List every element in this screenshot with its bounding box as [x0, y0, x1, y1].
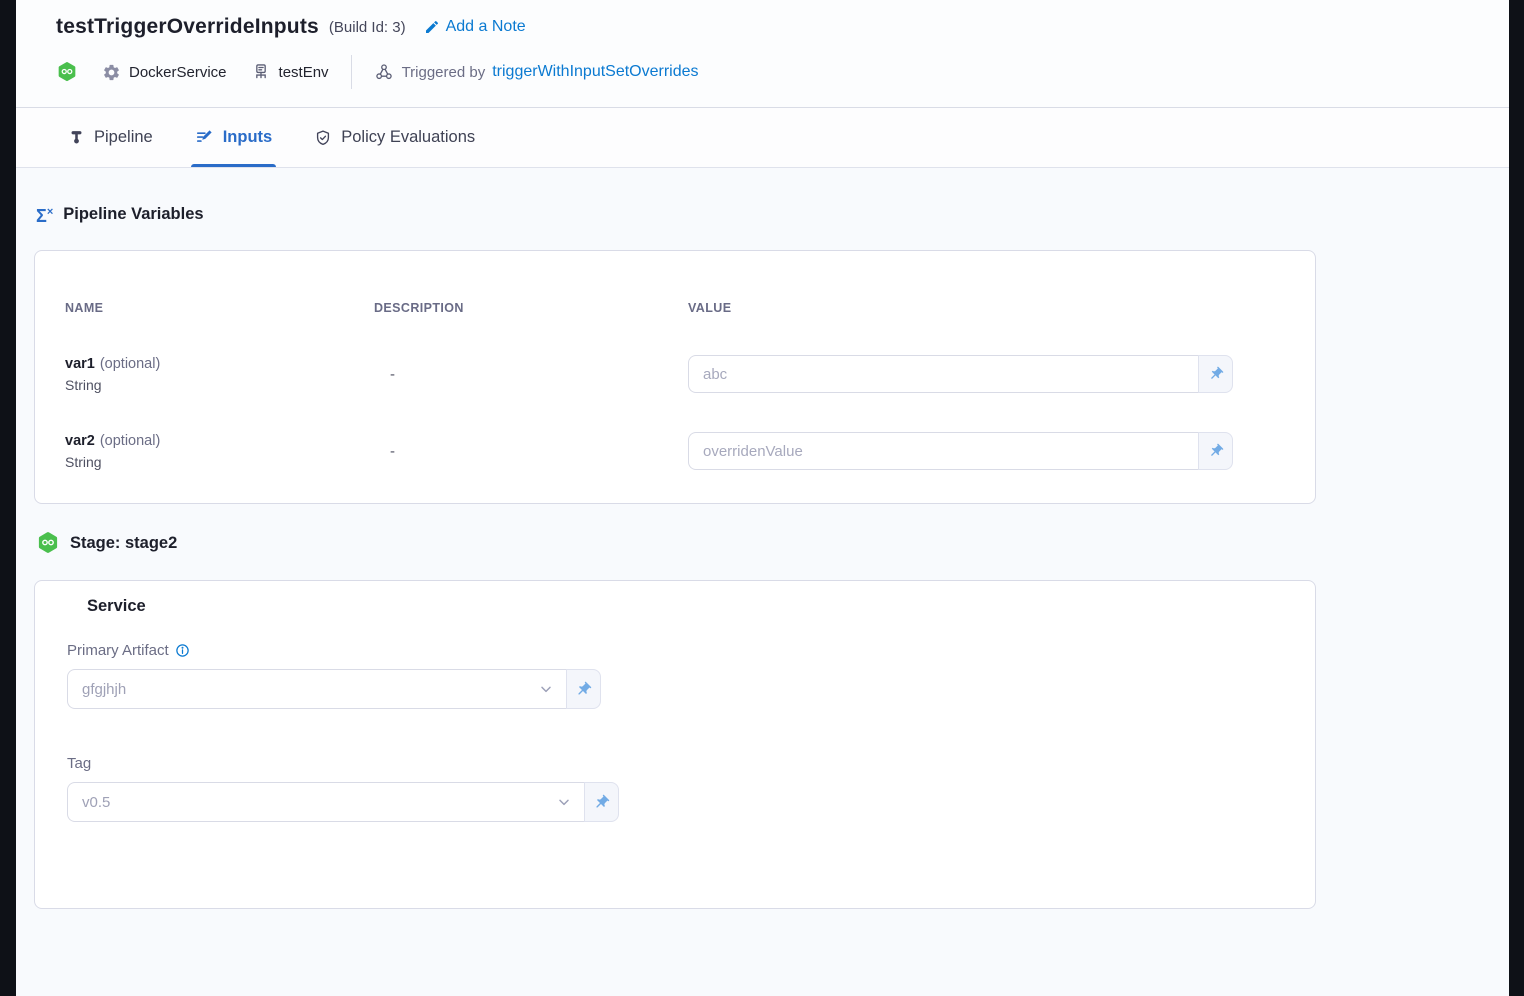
- pin-button[interactable]: [566, 669, 601, 709]
- build-id: (Build Id: 3): [329, 19, 406, 36]
- pin-icon: [1208, 366, 1224, 382]
- column-header-description: DESCRIPTION: [374, 301, 688, 315]
- stage-header: Stage: stage2: [36, 531, 1509, 555]
- environment-icon: [251, 62, 271, 82]
- chevron-down-icon: [556, 794, 572, 810]
- table-row: var2 (optional) String -: [65, 432, 1285, 470]
- pipeline-icon: [68, 129, 85, 146]
- inputs-tab-content: Σ× Pipeline Variables NAME DESCRIPTION V…: [16, 168, 1509, 909]
- divider: [351, 55, 352, 89]
- page-title: testTriggerOverrideInputs: [56, 15, 319, 39]
- tab-bar: Pipeline Inputs Policy Evaluations: [16, 108, 1509, 168]
- execution-header: testTriggerOverrideInputs (Build Id: 3) …: [16, 0, 1509, 108]
- cd-stage-icon: [56, 61, 78, 83]
- environment-name: testEnv: [279, 64, 329, 81]
- primary-artifact-label: Primary Artifact: [67, 642, 169, 659]
- table-row: var1 (optional) String -: [65, 355, 1285, 393]
- var-description: -: [374, 366, 688, 383]
- primary-artifact-label-row: Primary Artifact: [67, 642, 1285, 659]
- service-name: DockerService: [129, 64, 227, 81]
- pin-button[interactable]: [1198, 432, 1233, 470]
- tab-label: Policy Evaluations: [341, 128, 475, 147]
- tab-inputs[interactable]: Inputs: [191, 108, 277, 167]
- service-section-title: Service: [87, 597, 1285, 616]
- primary-artifact-select[interactable]: gfgjhjh: [67, 669, 566, 709]
- var-name: var2: [65, 433, 95, 449]
- pencil-icon: [424, 19, 440, 35]
- column-header-value: VALUE: [688, 301, 1285, 315]
- var-type: String: [65, 454, 374, 470]
- add-note-link[interactable]: Add a Note: [424, 18, 526, 36]
- var-qualifier: (optional): [100, 356, 160, 372]
- stage-title: Stage: stage2: [70, 534, 177, 553]
- pin-icon: [1208, 443, 1224, 459]
- var-value-cell: [688, 432, 1233, 470]
- var-type: String: [65, 377, 374, 393]
- trigger-icon: [374, 62, 394, 82]
- pin-icon: [593, 794, 610, 811]
- primary-artifact-field: gfgjhjh: [67, 669, 1285, 709]
- pipeline-variables-header: Σ× Pipeline Variables: [36, 202, 1509, 226]
- inputs-icon: [195, 128, 214, 147]
- tag-label-row: Tag: [67, 755, 1285, 772]
- cd-stage-icon: [36, 531, 60, 555]
- gear-icon: [102, 63, 121, 82]
- section-title: Pipeline Variables: [63, 205, 203, 224]
- pipeline-variables-card: NAME DESCRIPTION VALUE var1 (optional) St…: [34, 250, 1316, 504]
- meta-row: DockerService testEnv Trigger: [56, 58, 1509, 86]
- tab-policy-evaluations[interactable]: Policy Evaluations: [310, 108, 479, 167]
- var-value-cell: [688, 355, 1233, 393]
- service-card: Service Primary Artifact gfgjhjh: [34, 580, 1316, 909]
- app-frame: testTriggerOverrideInputs (Build Id: 3) …: [16, 0, 1509, 996]
- tab-pipeline[interactable]: Pipeline: [64, 108, 157, 167]
- pin-button[interactable]: [1198, 355, 1233, 393]
- tag-select[interactable]: v0.5: [67, 782, 584, 822]
- var-description: -: [374, 443, 688, 460]
- var-qualifier: (optional): [100, 433, 160, 449]
- var-name-cell: var2 (optional) String: [65, 433, 374, 470]
- chevron-down-icon: [538, 681, 554, 697]
- add-note-label: Add a Note: [446, 18, 526, 36]
- tab-label: Inputs: [223, 128, 273, 147]
- var-name: var1: [65, 356, 95, 372]
- tag-value: v0.5: [82, 794, 110, 811]
- tag-label: Tag: [67, 755, 91, 772]
- tab-label: Pipeline: [94, 128, 153, 147]
- shield-check-icon: [314, 129, 332, 147]
- triggered-by-label: Triggered by: [402, 64, 486, 81]
- info-icon[interactable]: [175, 643, 190, 658]
- primary-artifact-value: gfgjhjh: [82, 681, 126, 698]
- var-value-input[interactable]: [688, 355, 1198, 393]
- var-value-input[interactable]: [688, 432, 1198, 470]
- trigger-link[interactable]: triggerWithInputSetOverrides: [492, 63, 698, 81]
- column-header-name: NAME: [65, 301, 374, 315]
- table-header-row: NAME DESCRIPTION VALUE: [65, 301, 1285, 315]
- tag-field: v0.5: [67, 782, 1285, 822]
- var-name-cell: var1 (optional) String: [65, 356, 374, 393]
- pin-button[interactable]: [584, 782, 619, 822]
- variables-icon: Σ×: [36, 203, 53, 225]
- pin-icon: [575, 681, 592, 698]
- title-row: testTriggerOverrideInputs (Build Id: 3) …: [56, 12, 1509, 42]
